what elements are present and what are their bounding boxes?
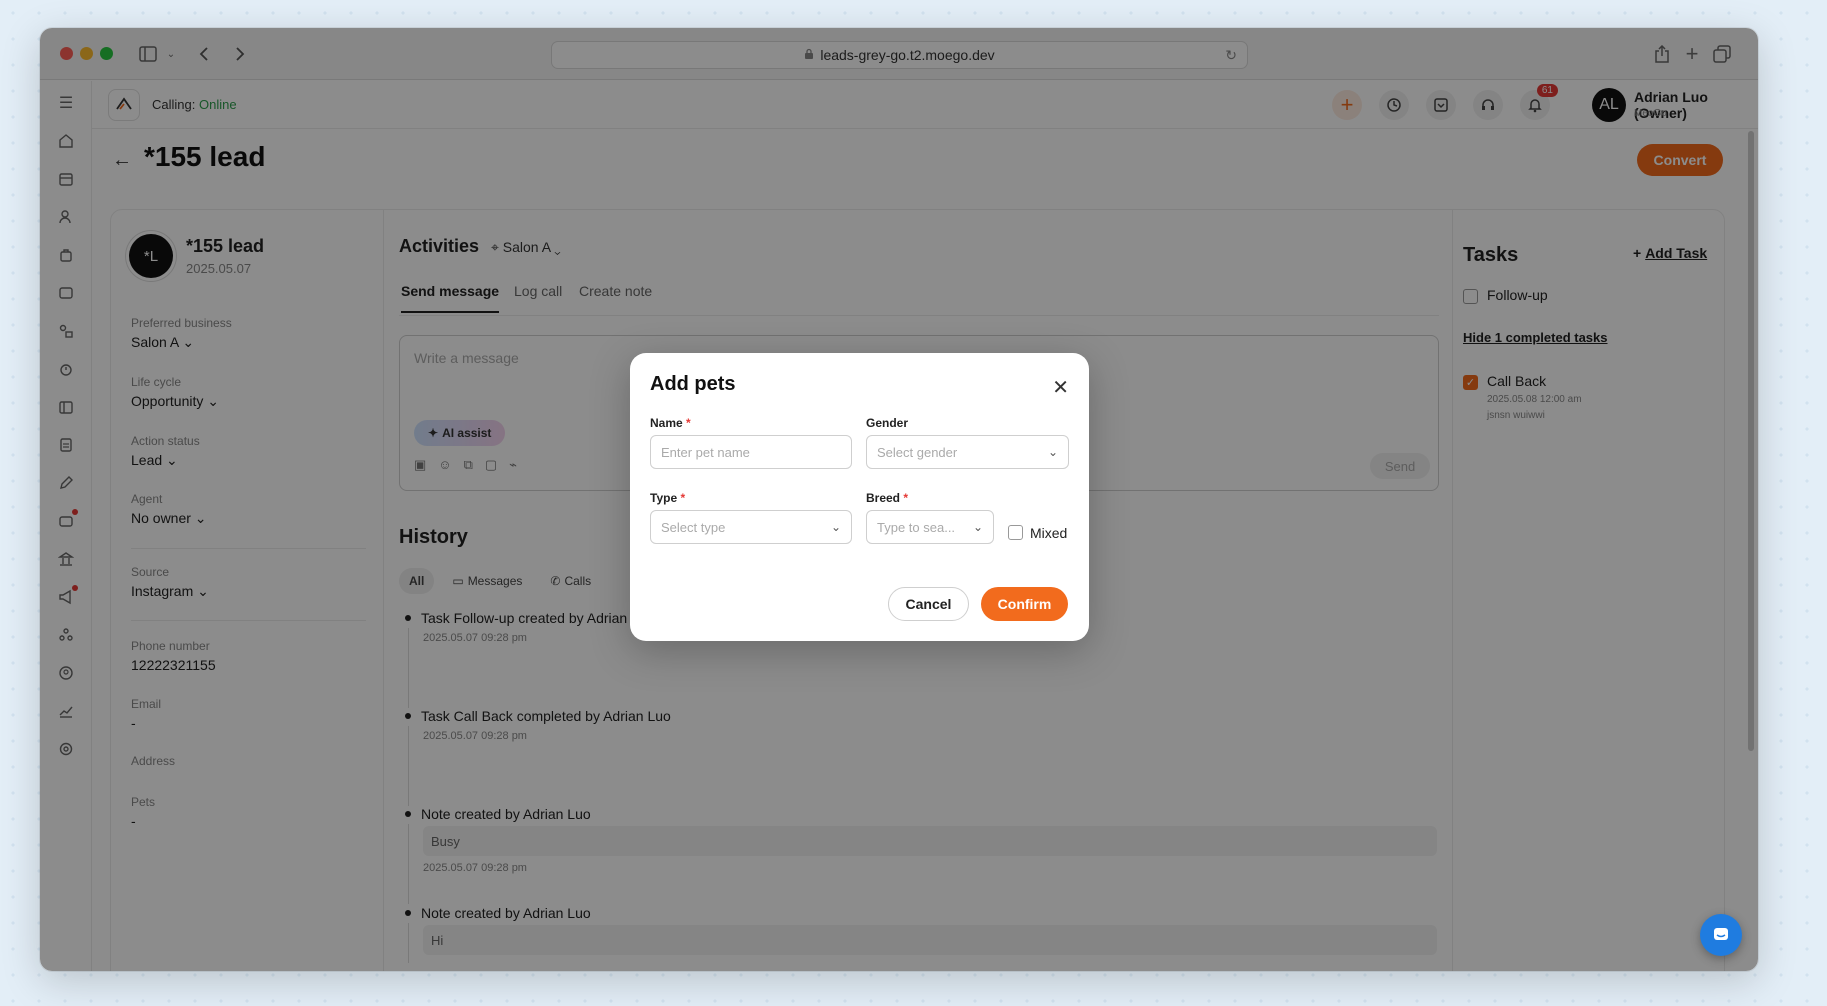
chevron-down-icon: ⌄ xyxy=(972,520,983,534)
type-label: Type * xyxy=(650,491,686,505)
breed-label: Breed * xyxy=(866,491,909,505)
dialog-title: Add pets xyxy=(650,373,736,395)
add-pets-dialog: Add pets ✕ Name * Gender Select gender ⌄… xyxy=(630,353,1089,641)
gender-select[interactable]: Select gender ⌄ xyxy=(866,435,1069,469)
chevron-down-icon: ⌄ xyxy=(1047,445,1058,459)
pet-name-input[interactable] xyxy=(650,435,852,469)
breed-select[interactable]: Type to sea... ⌄ xyxy=(866,510,994,544)
mixed-checkbox[interactable] xyxy=(1008,525,1023,540)
gender-label: Gender xyxy=(866,416,909,430)
chat-bubble-icon xyxy=(1714,928,1728,940)
mixed-label: Mixed xyxy=(1030,525,1068,541)
name-label: Name * xyxy=(650,416,691,430)
type-select[interactable]: Select type ⌄ xyxy=(650,510,852,544)
close-icon[interactable]: ✕ xyxy=(1052,375,1069,400)
confirm-button[interactable]: Confirm xyxy=(981,587,1068,621)
chat-support-button[interactable] xyxy=(1700,914,1742,956)
cancel-button[interactable]: Cancel xyxy=(888,587,969,621)
chevron-down-icon: ⌄ xyxy=(830,520,841,534)
